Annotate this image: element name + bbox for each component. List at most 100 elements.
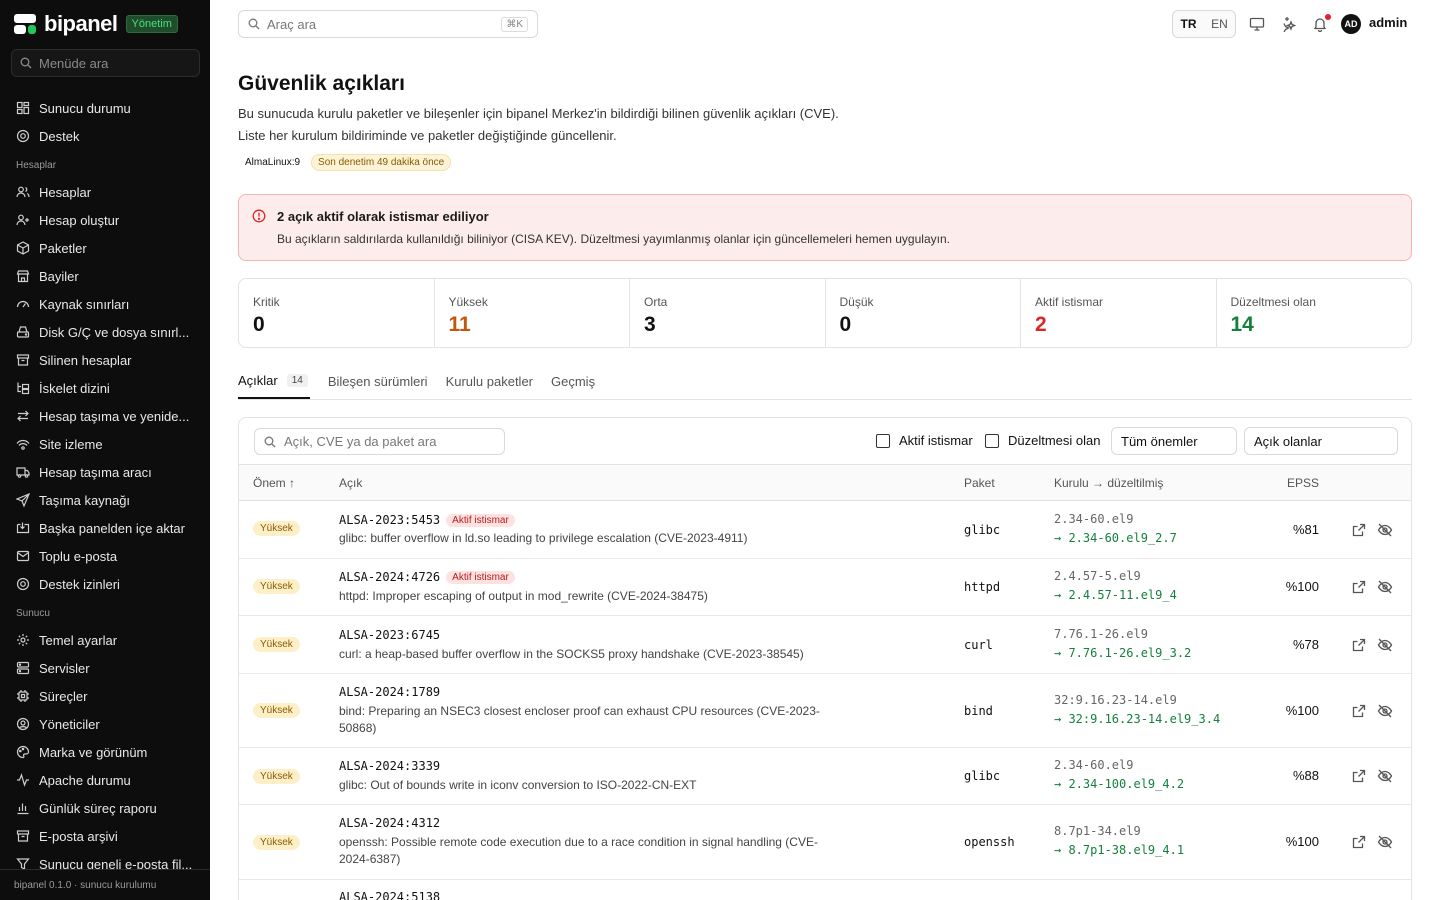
stat-value: 11 (448, 313, 471, 336)
severity-select[interactable]: Tüm önemler (1111, 427, 1237, 455)
lang-tr-button[interactable]: TR (1173, 17, 1204, 31)
stat-value: 3 (644, 313, 656, 336)
external-link-icon[interactable] (1351, 579, 1367, 595)
external-link-icon[interactable] (1351, 834, 1367, 850)
sidebar-item-services[interactable]: Servisler (0, 654, 210, 682)
external-link-icon[interactable] (1351, 768, 1367, 784)
external-link-icon[interactable] (1351, 522, 1367, 538)
header-severity[interactable]: Önem ↑ (253, 476, 295, 490)
eye-off-icon[interactable] (1377, 637, 1393, 653)
fixed-version: → 8.7p1-38.el9_4.1 (1054, 843, 1185, 857)
sidebar-item-support[interactable]: Destek (0, 122, 210, 150)
eye-off-icon[interactable] (1377, 834, 1393, 850)
tool-search-input[interactable]: Araç ara ⌘K (238, 10, 538, 38)
alert-circle-icon (252, 209, 266, 223)
advisory-id[interactable]: ALSA-2023:6745 (339, 628, 440, 642)
sidebar-item-label: İskelet dizini (39, 380, 110, 396)
sidebar-item-basic-settings[interactable]: Temel ayarlar (0, 626, 210, 654)
lang-en-button[interactable]: EN (1204, 17, 1235, 31)
avatar[interactable]: AD (1341, 14, 1361, 34)
package-name: curl (964, 638, 993, 652)
sidebar-item-apache-status[interactable]: Apache durumu (0, 766, 210, 794)
sidebar-item-skeleton-directory[interactable]: İskelet dizini (0, 374, 210, 402)
external-link-icon[interactable] (1351, 637, 1367, 653)
stat-value: 0 (253, 313, 265, 336)
table-row[interactable]: Yüksek ALSA-2024:4726 Aktif istismar http… (239, 559, 1411, 616)
sidebar-item-transfer-source[interactable]: Taşıma kaynağı (0, 486, 210, 514)
advisory-id[interactable]: ALSA-2023:5453 (339, 513, 440, 527)
header-package[interactable]: Paket (964, 476, 995, 490)
tab-installed-packages[interactable]: Kurulu paketler (446, 364, 533, 399)
sidebar-item-bulk-email[interactable]: Toplu e-posta (0, 542, 210, 570)
epss-value: %78 (1292, 637, 1319, 652)
checkbox-box[interactable] (876, 433, 890, 448)
sidebar-item-create-account[interactable]: Hesap oluştur (0, 206, 210, 234)
header-advisory[interactable]: Açık (339, 476, 362, 490)
sidebar: bipanel Yönetim Menüde ara Sunucu durumu… (0, 0, 210, 900)
sidebar-item-daily-process-report[interactable]: Günlük süreç raporu (0, 794, 210, 822)
os-tag: AlmaLinux:9 (245, 157, 301, 168)
advisory-id[interactable]: ALSA-2024:4726 (339, 570, 440, 584)
monitor-icon[interactable] (1249, 16, 1265, 32)
advisory-id[interactable]: ALSA-2024:5138 (339, 890, 440, 900)
sidebar-item-support-permissions[interactable]: Destek izinleri (0, 570, 210, 598)
exploited-checkbox[interactable]: Aktif istismar (876, 433, 973, 448)
sidebar-item-resellers[interactable]: Bayiler (0, 262, 210, 290)
sidebar-item-email-archive[interactable]: E-posta arşivi (0, 822, 210, 850)
brand-logo[interactable]: bipanel Yönetim (14, 11, 178, 36)
epss-value: %81 (1292, 522, 1319, 537)
advisory-id[interactable]: ALSA-2024:3339 (339, 759, 440, 773)
header-versions[interactable]: Kurulu → düzeltilmiş (1054, 476, 1163, 490)
status-select[interactable]: Açık olanlar (1244, 427, 1398, 455)
sidebar-item-disk-io-limits[interactable]: Disk G/Ç ve dosya sınırl... (0, 318, 210, 346)
user-plus-icon (16, 214, 29, 226)
sidebar-item-import-panel[interactable]: Başka panelden içe aktar (0, 514, 210, 542)
sparkles-icon[interactable] (1280, 16, 1296, 32)
sidebar-section-server: Sunucu (16, 608, 50, 619)
tab-advisories[interactable]: Açıklar 14 (238, 364, 310, 399)
table-row[interactable]: Yüksek ALSA-2023:5453 Aktif istismar glib… (239, 501, 1411, 559)
header-epss[interactable]: EPSS (1287, 476, 1319, 490)
checkbox-box[interactable] (985, 433, 999, 448)
lifebuoy-icon (16, 577, 30, 591)
eye-off-icon[interactable] (1377, 703, 1393, 719)
sidebar-item-branding[interactable]: Marka ve görünüm (0, 738, 210, 766)
sidebar-item-processes[interactable]: Süreçler (0, 682, 210, 710)
stat-label: Yüksek (448, 295, 488, 309)
advisories-table: Açık, CVE ya da paket ara Aktif istismar… (238, 417, 1412, 900)
sidebar-item-deleted-accounts[interactable]: Silinen hesaplar (0, 346, 210, 374)
external-link-icon[interactable] (1351, 703, 1367, 719)
menu-search-input[interactable]: Menüde ara (11, 49, 200, 77)
gear-icon (17, 634, 29, 646)
table-row[interactable]: Yüksek ALSA-2024:4312 openssh: Possible … (239, 805, 1411, 880)
package-name: httpd (964, 580, 1001, 594)
table-row[interactable]: Yüksek ALSA-2024:1789 bind: Preparing an… (239, 674, 1411, 748)
sidebar-item-packages[interactable]: Paketler (0, 234, 210, 262)
advisory-search-input[interactable]: Açık, CVE ya da paket ara (254, 428, 505, 455)
bar-chart-icon (17, 803, 29, 815)
sidebar-item-accounts[interactable]: Hesaplar (0, 178, 210, 206)
sidebar-item-account-transfer[interactable]: Hesap taşıma ve yenide... (0, 402, 210, 430)
table-row[interactable]: ALSA-2024:5138 (239, 880, 1411, 900)
eye-off-icon[interactable] (1377, 768, 1393, 784)
eye-off-icon[interactable] (1377, 579, 1393, 595)
sidebar-item-resource-limits[interactable]: Kaynak sınırları (0, 290, 210, 318)
table-row[interactable]: Yüksek ALSA-2023:6745 curl: a heap-based… (239, 616, 1411, 674)
tool-search-placeholder: Araç ara (267, 16, 317, 32)
table-row[interactable]: Yüksek ALSA-2024:3339 glibc: Out of boun… (239, 748, 1411, 805)
sidebar-item-transfer-tool[interactable]: Hesap taşıma aracı (0, 458, 210, 486)
installed-version: 2.4.57-5.el9 (1054, 569, 1141, 583)
advisory-description: glibc: buffer overflow in ld.so leading … (339, 531, 748, 545)
sidebar-item-server-status[interactable]: Sunucu durumu (0, 94, 210, 122)
user-name[interactable]: admin (1369, 15, 1407, 30)
tab-component-versions[interactable]: Bileşen sürümleri (328, 364, 428, 399)
sidebar-item-label: E-posta arşivi (39, 828, 118, 844)
eye-off-icon[interactable] (1377, 522, 1393, 538)
advisory-id[interactable]: ALSA-2024:1789 (339, 685, 440, 699)
sidebar-item-administrators[interactable]: Yöneticiler (0, 710, 210, 738)
tab-history[interactable]: Geçmiş (551, 364, 595, 399)
sidebar-item-site-monitoring[interactable]: Site izleme (0, 430, 210, 458)
fixable-checkbox[interactable]: Düzeltmesi olan (985, 433, 1101, 448)
advisory-id[interactable]: ALSA-2024:4312 (339, 816, 440, 830)
stat-label: Düzeltmesi olan (1230, 295, 1316, 309)
